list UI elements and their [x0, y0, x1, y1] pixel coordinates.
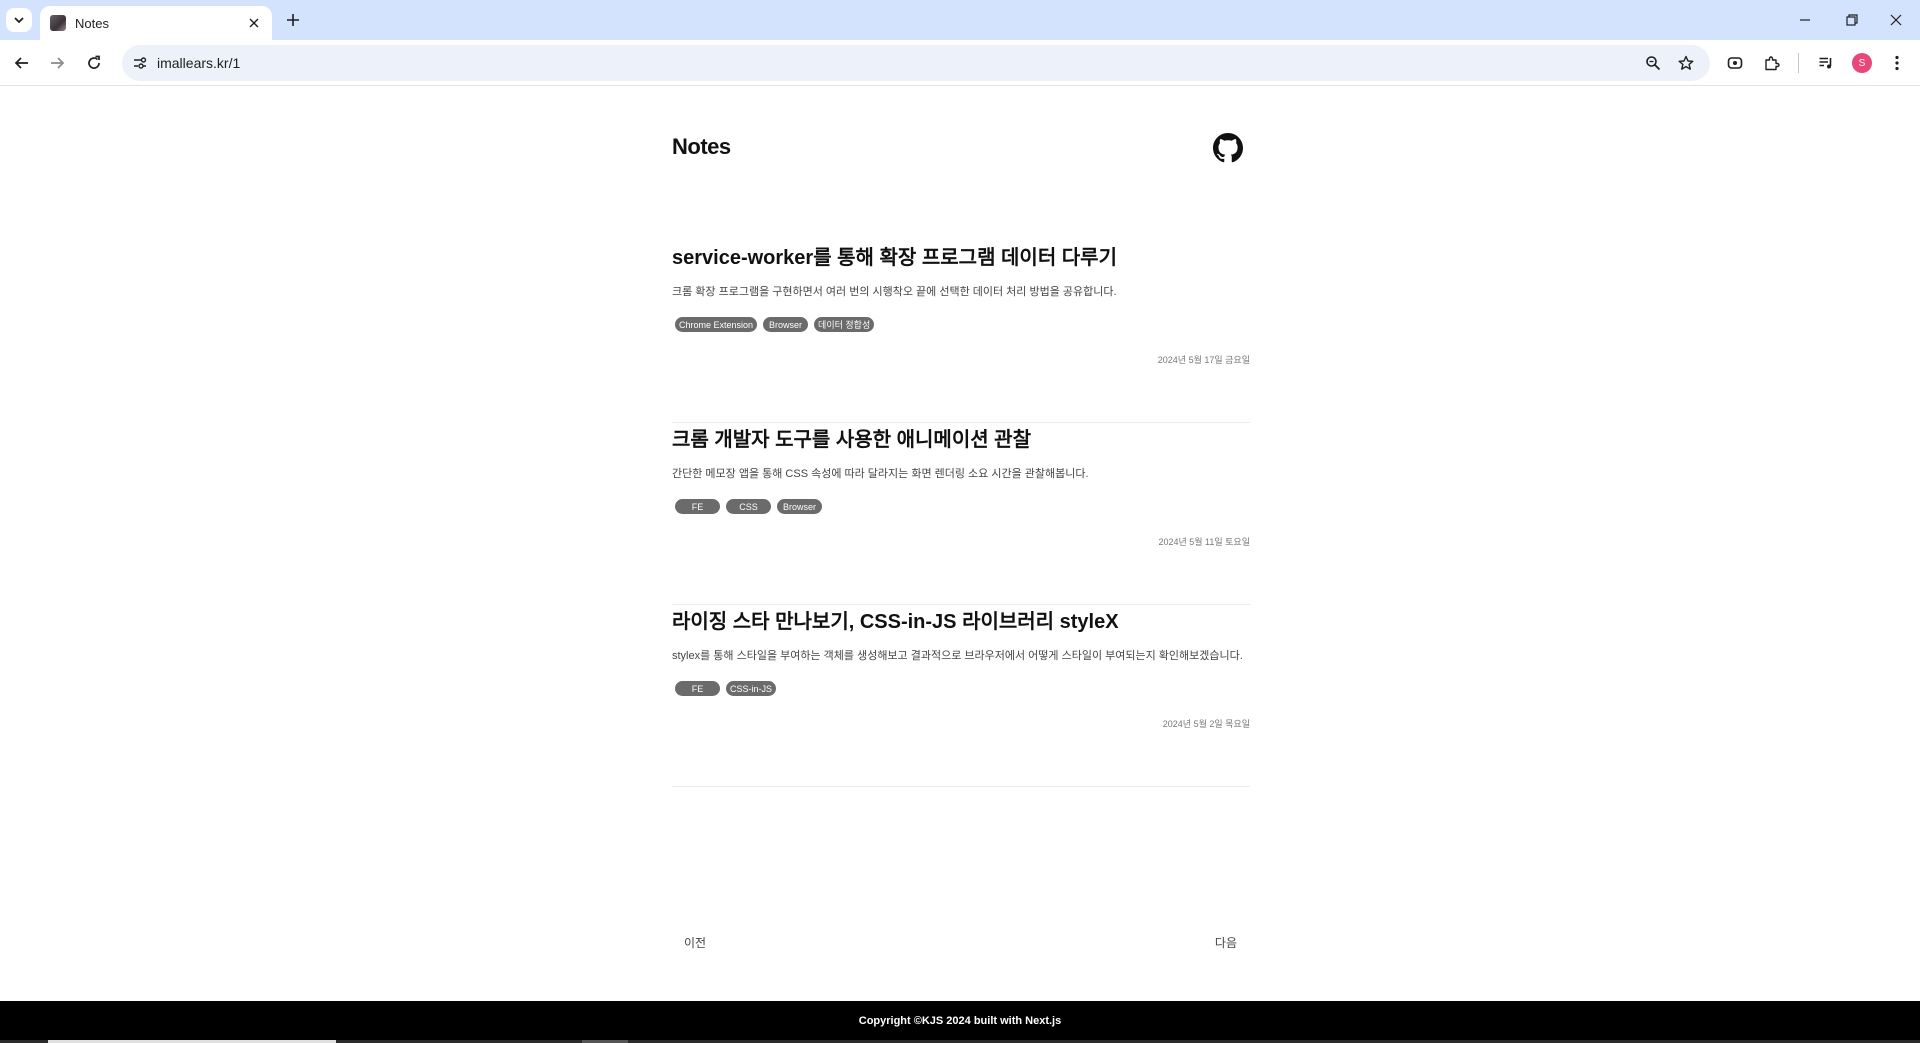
post-description: 크롬 확장 프로그램을 구현하면서 여러 번의 시행착오 끝에 선택한 데이터 …: [672, 286, 1117, 298]
browser-toolbar: imallears.kr/1 S: [0, 40, 1920, 86]
window-close-icon: [1890, 14, 1902, 26]
window-close-button[interactable]: [1884, 8, 1908, 32]
zoom-button[interactable]: [1643, 53, 1663, 73]
restore-button[interactable]: [1840, 8, 1864, 32]
tag-badge[interactable]: Browser: [763, 317, 809, 332]
post-title[interactable]: 라이징 스타 만나보기, CSS-in-JS 라이브러리 styleX: [672, 605, 1119, 634]
browser-tab-bar: Notes: [0, 0, 1920, 40]
post-description: 간단한 메모장 앱을 통해 CSS 속성에 따라 달라지는 화면 렌더링 소요 …: [672, 468, 1089, 480]
url-text[interactable]: imallears.kr/1: [157, 55, 240, 71]
back-arrow-icon: [14, 57, 28, 69]
site-info-icon: [134, 57, 147, 69]
post-card[interactable]: 라이징 스타 만나보기, CSS-in-JS 라이브러리 styleX styl…: [672, 605, 1250, 787]
post-tags: FE CSS Browser: [675, 499, 822, 514]
favicon-icon: [50, 15, 66, 31]
star-icon: [1678, 55, 1694, 70]
post-card[interactable]: service-worker를 통해 확장 프로그램 데이터 다루기 크롬 확장…: [672, 241, 1250, 423]
zoom-icon: [1646, 56, 1661, 71]
forward-button[interactable]: [45, 51, 69, 75]
new-tab-button[interactable]: [282, 9, 304, 31]
media-controls-icon: [1819, 57, 1832, 69]
extensions-button[interactable]: [1761, 52, 1783, 74]
post-date: 2024년 5월 17일 금요일: [1157, 355, 1250, 365]
tag-badge[interactable]: FE: [675, 499, 720, 514]
main-container: Notes service-worker를 통해 확장 프로그램 데이터 다루기…: [672, 87, 1250, 1001]
reload-icon: [88, 55, 100, 69]
post-description: stylex를 통해 스타일을 부여하는 객체를 생성해보고 결과적으로 브라우…: [672, 650, 1243, 662]
active-tab[interactable]: Notes: [40, 6, 272, 40]
browser-menu-button[interactable]: [1886, 52, 1908, 74]
profile-avatar[interactable]: S: [1852, 53, 1872, 73]
screencast-button[interactable]: [1724, 52, 1746, 74]
close-icon: [249, 18, 259, 28]
screencast-icon: [1727, 57, 1743, 69]
tag-badge[interactable]: FE: [675, 681, 720, 696]
bookmark-button[interactable]: [1676, 53, 1696, 73]
site-info-button[interactable]: [130, 53, 150, 73]
toolbar-separator: [1798, 53, 1799, 73]
tag-badge[interactable]: Browser: [777, 499, 822, 514]
post-title[interactable]: service-worker를 통해 확장 프로그램 데이터 다루기: [672, 241, 1117, 270]
site-footer: Copyright ©KJS 2024 built with Next.js: [0, 1001, 1920, 1040]
tag-badge[interactable]: 데이터 정합성: [814, 317, 875, 332]
back-button[interactable]: [10, 51, 34, 75]
post-tags: FE CSS-in-JS: [675, 681, 777, 696]
footer-copyright: Copyright ©KJS 2024 built with Next.js: [858, 1014, 1062, 1027]
tab-list-icon: [14, 17, 24, 24]
extensions-icon: [1765, 56, 1780, 71]
forward-arrow-icon: [51, 57, 65, 69]
minimize-button[interactable]: [1793, 8, 1817, 32]
tab-close-button[interactable]: [246, 15, 262, 31]
pagination-next-link[interactable]: 다음: [1215, 934, 1237, 951]
tag-badge[interactable]: Chrome Extension: [675, 317, 758, 332]
kebab-menu-icon: [1895, 55, 1899, 71]
page-content: Notes service-worker를 통해 확장 프로그램 데이터 다루기…: [0, 87, 1920, 1001]
tag-badge[interactable]: CSS-in-JS: [726, 681, 777, 696]
pagination-prev-link[interactable]: 이전: [684, 934, 706, 951]
minimize-icon: [1800, 19, 1810, 21]
tag-badge[interactable]: CSS: [726, 499, 771, 514]
tab-list-button[interactable]: [6, 8, 32, 32]
tab-title: Notes: [75, 15, 109, 31]
post-title[interactable]: 크롬 개발자 도구를 사용한 애니메이션 관찰: [672, 423, 1031, 452]
restore-icon: [1846, 14, 1858, 26]
site-title[interactable]: Notes: [672, 134, 731, 160]
github-icon[interactable]: [1213, 133, 1243, 163]
post-tags: Chrome Extension Browser 데이터 정합성: [675, 317, 875, 332]
plus-icon: [287, 14, 299, 26]
address-bar[interactable]: imallears.kr/1: [122, 45, 1710, 81]
reload-button[interactable]: [82, 51, 106, 75]
post-date: 2024년 5월 11일 토요일: [1158, 537, 1250, 547]
media-controls-button[interactable]: [1815, 52, 1837, 74]
post-date: 2024년 5월 2일 목요일: [1162, 719, 1250, 729]
post-card[interactable]: 크롬 개발자 도구를 사용한 애니메이션 관찰 간단한 메모장 앱을 통해 CS…: [672, 423, 1250, 605]
